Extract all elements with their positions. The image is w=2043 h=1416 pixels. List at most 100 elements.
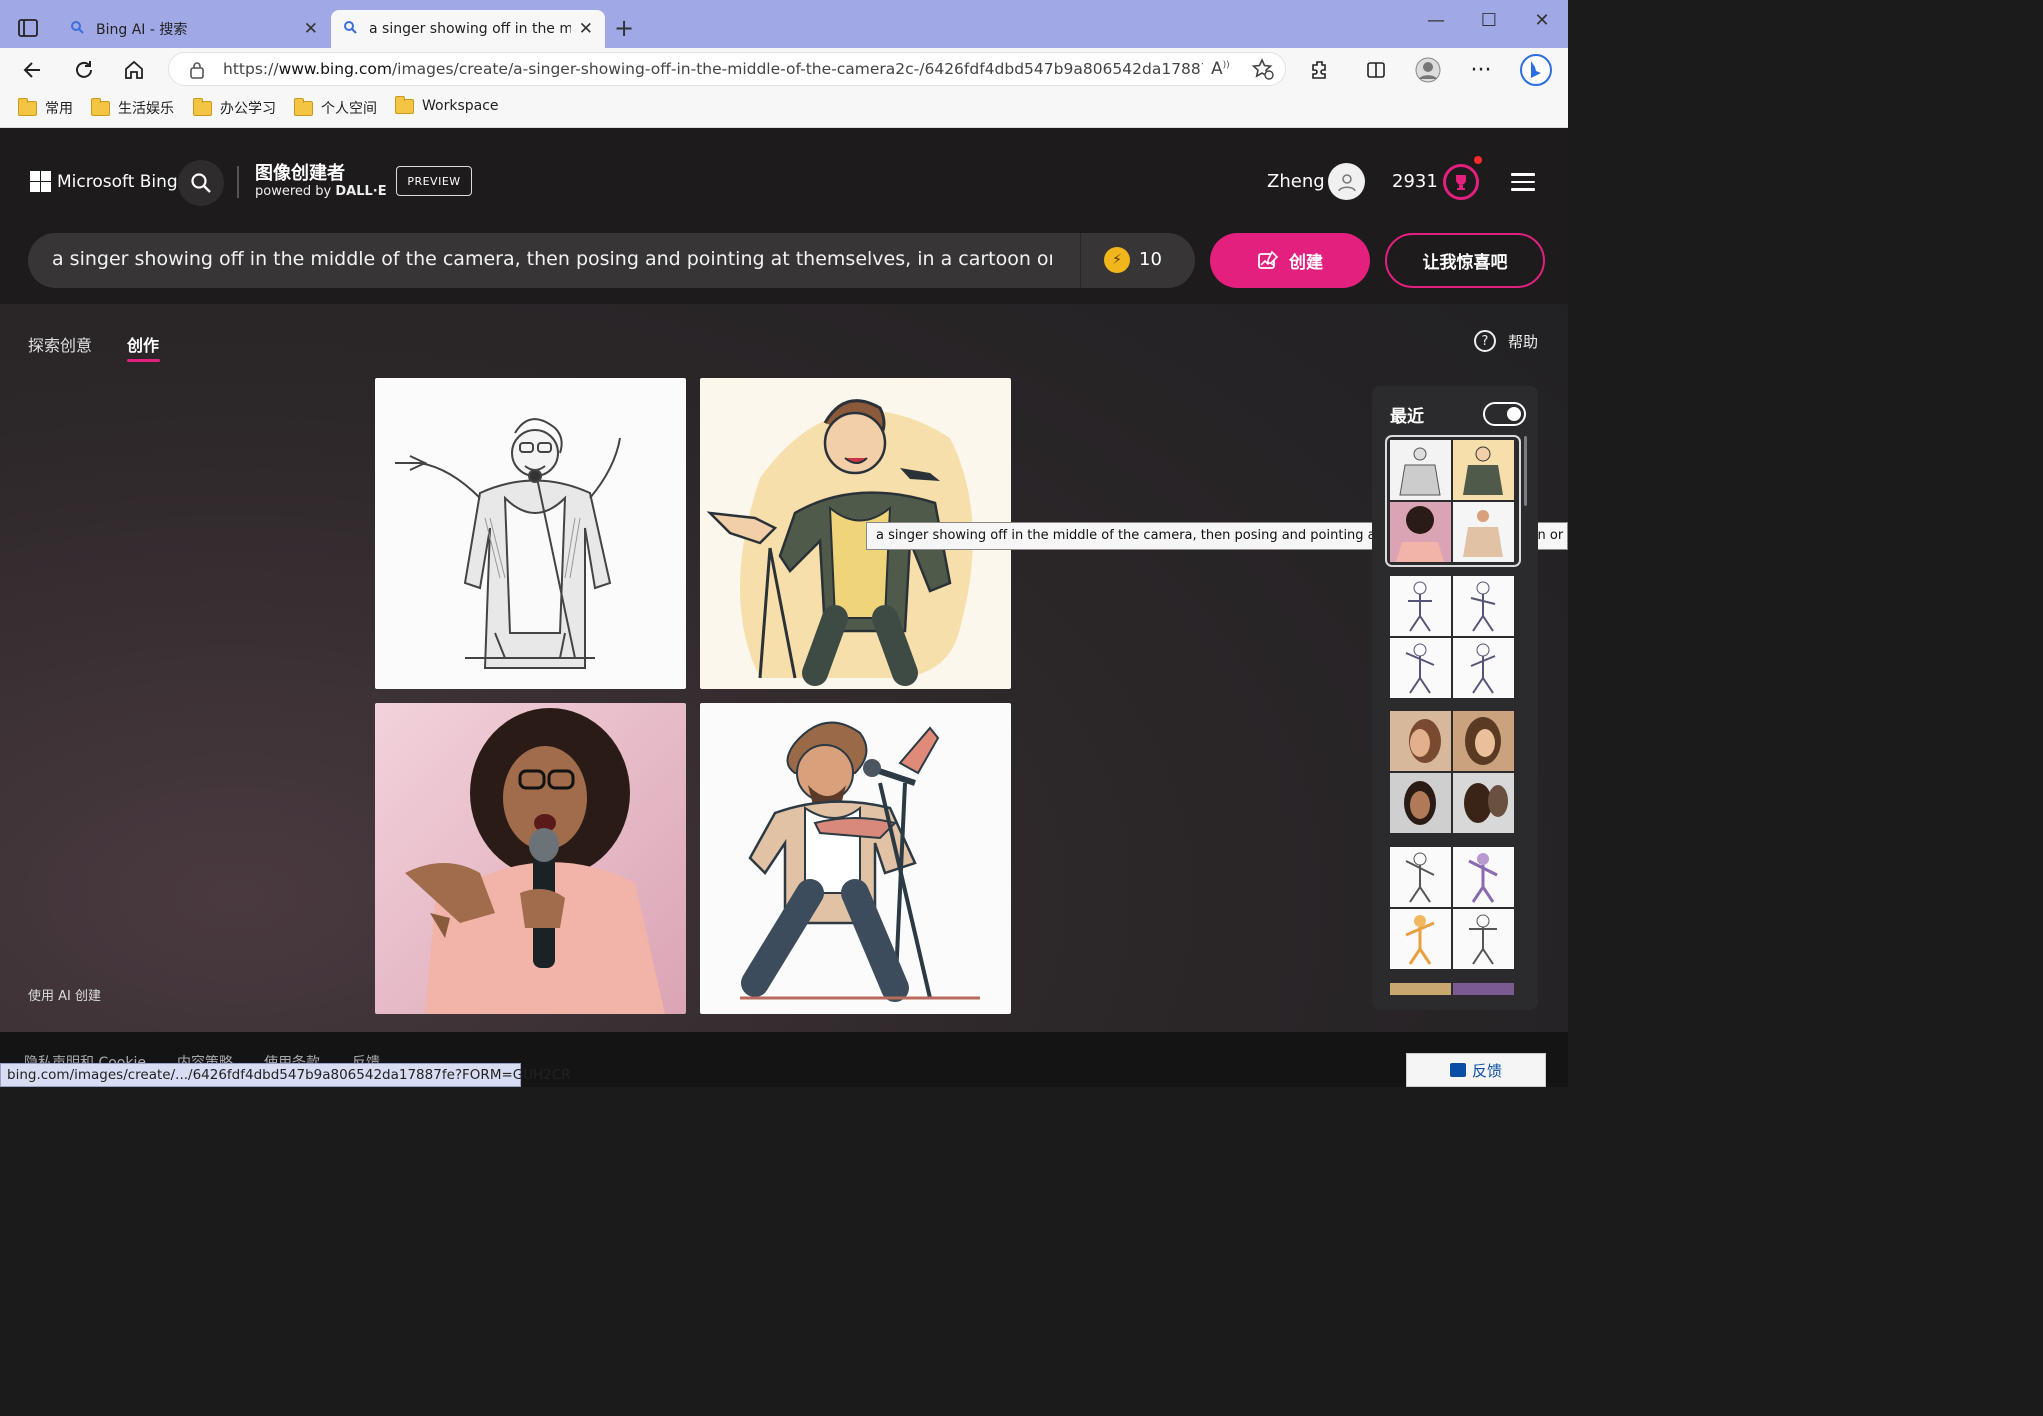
recent-thumb [1390,576,1451,636]
recent-thumb [1390,847,1451,907]
ai-create-label: 使用 AI 创建 [28,989,101,1004]
generated-image-3[interactable] [375,703,686,1014]
recent-group[interactable] [1390,576,1516,698]
recent-thumb [1453,440,1514,500]
new-tab-icon[interactable]: + [614,14,634,42]
tab-creations[interactable]: 创作 [127,332,159,356]
surprise-me-button[interactable]: 让我惊喜吧 [1385,233,1545,288]
url-text: https://www.bing.com/images/create/a-sin… [223,60,1203,78]
folder-icon [18,97,37,116]
recent-group-current[interactable] [1385,435,1521,567]
favorite-folder[interactable]: Workspace [395,95,499,114]
tab-actions-icon[interactable] [14,14,42,42]
recent-thumb [1453,576,1514,636]
recent-thumb [1453,847,1514,907]
recent-toggle[interactable] [1483,402,1526,426]
add-favorite-icon[interactable] [1251,57,1275,85]
close-tab-icon[interactable]: ✕ [579,19,593,39]
hamburger-menu-icon[interactable] [1511,173,1535,191]
microsoft-bing-logo[interactable]: Microsoft Bing [30,171,178,192]
lock-icon[interactable] [189,61,205,83]
status-bar-url: bing.com/images/create/.../6426fdf4dbd54… [0,1063,571,1087]
favorite-folder[interactable]: 生活娱乐 [91,97,174,118]
generated-image-4[interactable] [700,703,1011,1014]
windows-logo-icon [30,171,51,192]
close-window-icon[interactable]: ✕ [1522,10,1562,31]
prompt-divider [1080,233,1081,288]
recent-thumb [1453,983,1514,995]
bing-copilot-icon[interactable] [1518,52,1554,88]
browser-tab-bar: Bing AI - 搜索 ✕ a singer showing off in t… [0,0,1568,48]
profile-avatar[interactable] [1414,56,1442,84]
rewards-trophy-icon[interactable] [1443,164,1479,200]
rewards-points[interactable]: 2931 [1392,171,1438,192]
preview-badge: PREVIEW [396,166,472,196]
user-avatar-icon[interactable] [1328,163,1365,200]
recent-thumb [1390,502,1451,562]
tab-title: Bing AI - 搜索 [96,22,188,38]
back-icon[interactable] [19,56,47,84]
recent-thumb [1453,638,1514,698]
image-create-icon [1258,250,1279,269]
favorite-folder[interactable]: 常用 [18,97,73,118]
tab-explore[interactable]: 探索创意 [28,332,92,356]
feedback-button[interactable]: 反馈 [1406,1053,1546,1087]
search-icon [191,173,211,193]
create-button[interactable]: 创建 [1210,233,1370,288]
recent-thumb [1390,909,1451,969]
recent-thumb [1453,909,1514,969]
favorite-folder[interactable]: 办公学习 [193,97,276,118]
recent-group[interactable] [1390,983,1516,995]
help-link[interactable]: ? 帮助 [1474,330,1538,352]
more-options-icon[interactable]: ··· [1467,56,1495,84]
recent-group[interactable] [1390,711,1516,833]
tab-image-creator[interactable]: a singer showing off in the middl ✕ [331,10,605,48]
active-tab-indicator [127,359,160,362]
recent-title: 最近 [1390,407,1424,427]
recent-thumb [1390,711,1451,771]
recent-thumb [1453,773,1514,833]
recent-thumb [1453,502,1514,562]
header-divider [237,166,239,198]
panel-scrollbar[interactable] [1524,436,1527,506]
recent-thumb [1453,711,1514,771]
folder-icon [294,97,313,116]
recent-group[interactable] [1390,847,1516,969]
address-bar: https://www.bing.com/images/create/a-sin… [0,48,1568,90]
home-icon[interactable] [120,56,148,84]
recent-thumb [1390,638,1451,698]
recent-thumb [1390,773,1451,833]
tab-bing-ai[interactable]: Bing AI - 搜索 ✕ [58,10,330,48]
recent-thumb [1390,440,1451,500]
minimize-icon[interactable]: — [1416,10,1456,31]
close-tab-icon[interactable]: ✕ [304,19,318,39]
recent-creations-panel: 最近 [1372,386,1538,1010]
user-name[interactable]: Zheng [1267,171,1325,192]
boost-lightning-icon: ⚡ [1104,247,1130,273]
tab-title: a singer showing off in the middl [369,21,571,37]
feedback-icon [1449,1063,1466,1077]
maximize-icon[interactable]: ☐ [1469,10,1509,31]
generated-image-1[interactable] [375,378,686,689]
split-screen-icon[interactable] [1362,56,1390,84]
search-button[interactable] [178,160,224,206]
favorite-folder[interactable]: 个人空间 [294,97,377,118]
folder-icon [193,97,212,116]
bing-search-icon [70,20,84,38]
folder-icon [395,95,414,114]
favorites-bar: 常用 生活娱乐 办公学习 个人空间 Workspace [0,90,1568,128]
read-aloud-icon[interactable]: A)) [1211,59,1230,79]
extensions-icon[interactable] [1306,56,1334,84]
url-field[interactable]: https://www.bing.com/images/create/a-sin… [168,52,1286,86]
page-header: Microsoft Bing 图像创建者 powered by DALL·E P… [0,129,1568,304]
boost-count: 10 [1139,249,1162,270]
help-icon: ? [1474,330,1496,352]
recent-thumb [1390,983,1451,995]
prompt-text[interactable]: a singer showing off in the middle of th… [52,248,1052,270]
bing-search-icon [343,20,357,38]
folder-icon [91,97,110,116]
image-creator-page: Microsoft Bing 图像创建者 powered by DALL·E P… [0,129,1568,1087]
refresh-icon[interactable] [70,56,98,84]
page-title: 图像创建者 [255,163,345,184]
prompt-input[interactable]: a singer showing off in the middle of th… [28,233,1195,288]
